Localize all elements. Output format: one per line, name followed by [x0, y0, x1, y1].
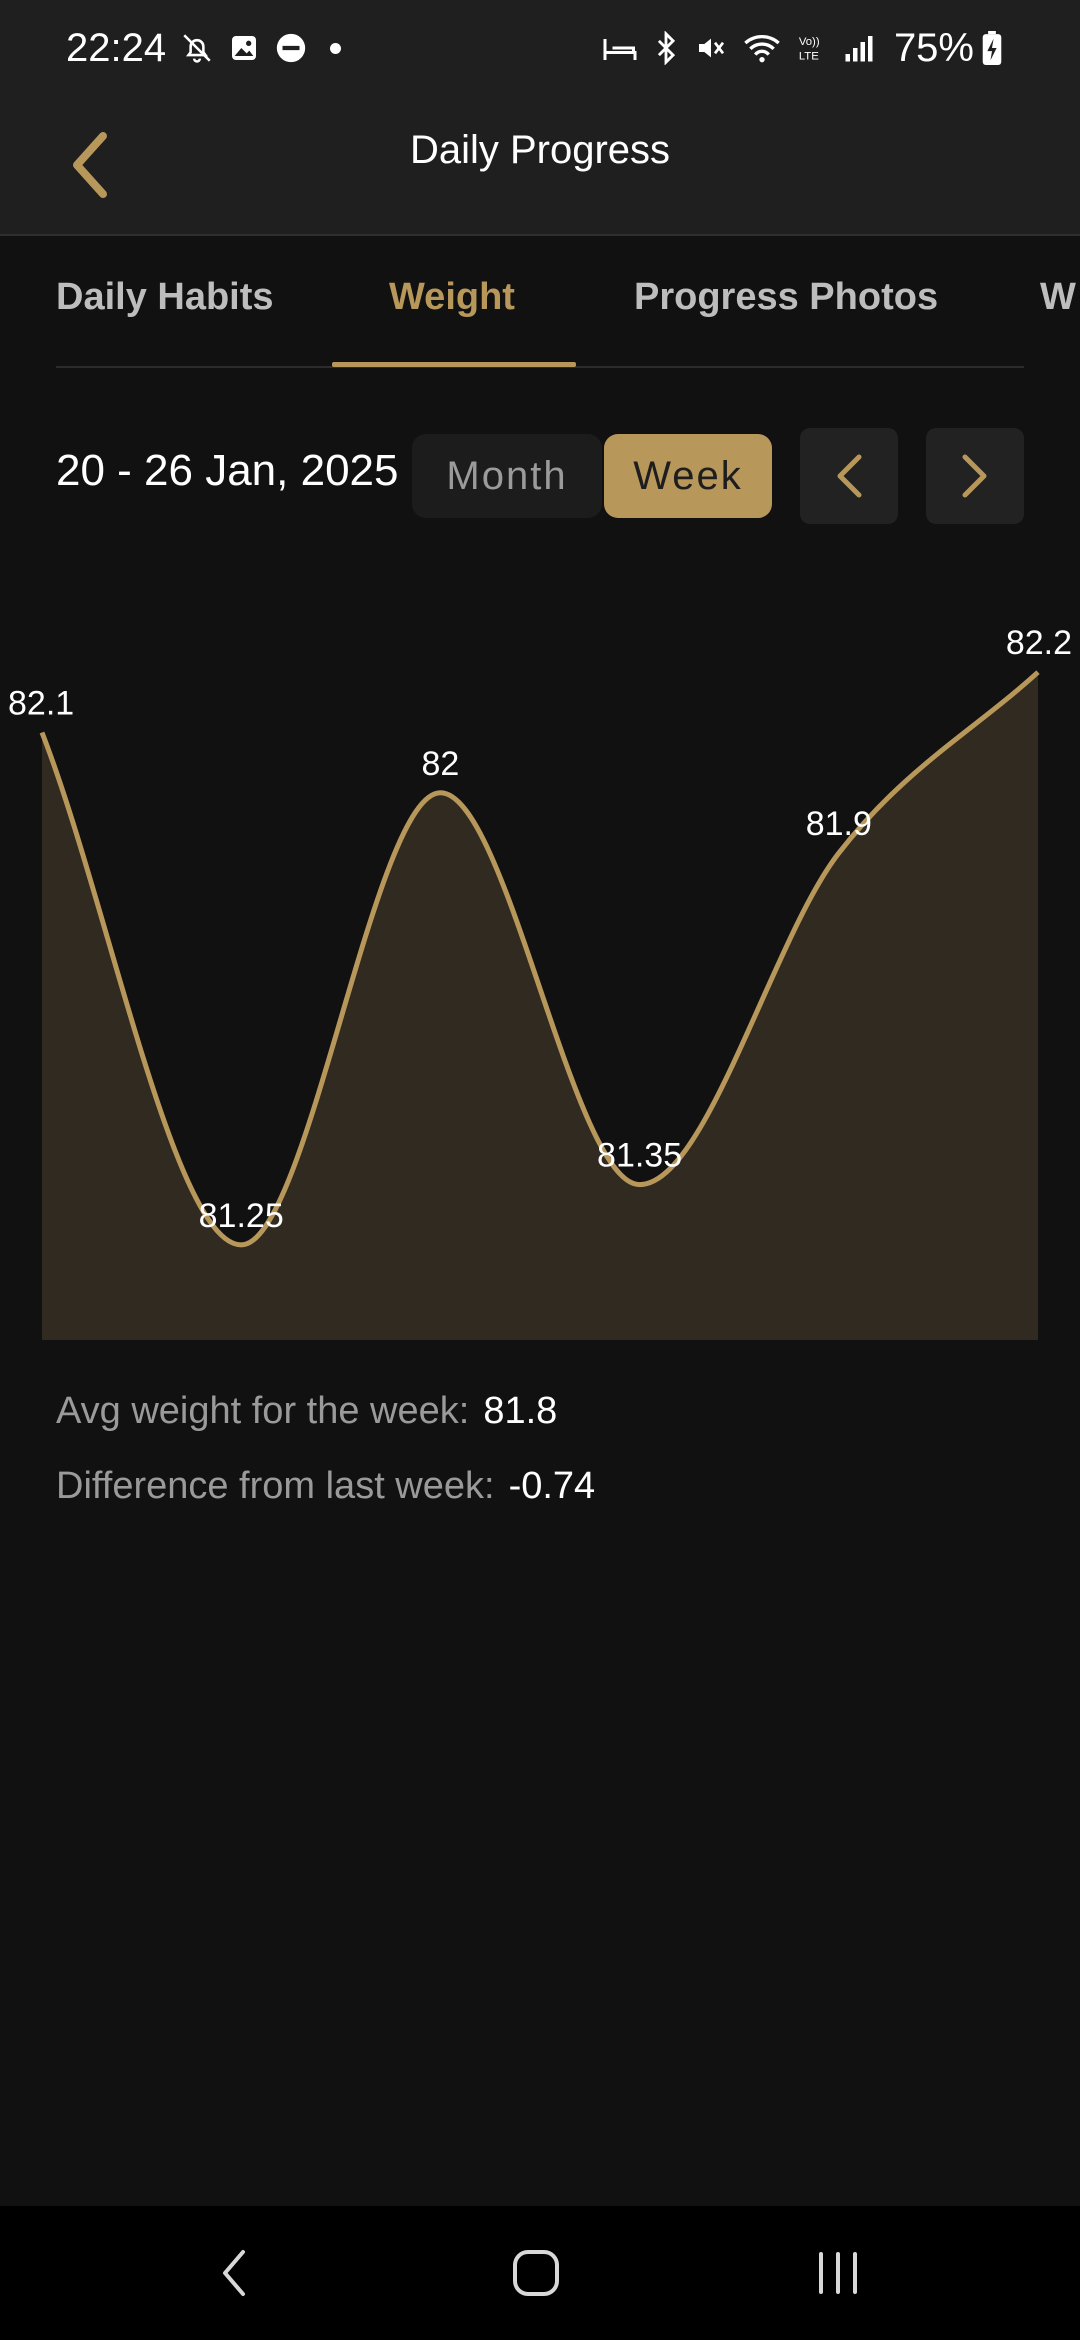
svg-text:LTE: LTE — [799, 50, 819, 62]
system-recents-button[interactable] — [788, 2236, 888, 2310]
tab-daily-habits[interactable]: Daily Habits — [56, 276, 274, 319]
tab-bar: Daily Habits Weight Progress Photos W — [0, 236, 1080, 368]
wifi-icon — [742, 31, 782, 65]
status-bar-right: Vo)) LTE 75% — [602, 26, 1016, 71]
chart-data-label: 82 — [421, 745, 459, 783]
avg-weight-value: 81.8 — [483, 1390, 558, 1432]
do-not-disturb-icon — [274, 31, 308, 65]
svg-text:Vo)): Vo)) — [799, 36, 820, 48]
system-nav-bar — [0, 2206, 1080, 2340]
tab-progress-photos[interactable]: Progress Photos — [634, 276, 938, 319]
chart-data-label: 82.1 — [8, 684, 74, 722]
battery-charging-icon — [982, 31, 1002, 65]
chart-data-label: 82.2 — [1006, 624, 1072, 662]
status-bar-left: 22:24 — [66, 25, 342, 71]
signal-icon — [844, 33, 874, 63]
month-toggle[interactable]: Month — [412, 434, 602, 518]
tab-weight[interactable]: Weight — [389, 276, 515, 319]
system-back-button[interactable] — [184, 2236, 284, 2310]
weight-difference-row: Difference from last week: -0.74 — [56, 1465, 595, 1508]
chart-data-label: 81.35 — [597, 1137, 682, 1175]
chart-area-fill — [42, 672, 1038, 1340]
tab-overflow[interactable]: W — [1040, 276, 1076, 319]
sleep-mode-icon — [602, 33, 638, 63]
weight-chart: 82.1 81.25 82 81.35 81.9 82.2 — [8, 624, 1072, 1340]
chevron-left-icon — [837, 454, 862, 498]
home-nav-icon — [513, 2250, 559, 2296]
notifications-off-icon — [180, 31, 214, 65]
back-nav-icon — [223, 2250, 245, 2296]
tab-active-indicator — [332, 362, 576, 367]
weight-difference-value: -0.74 — [508, 1465, 596, 1507]
week-toggle[interactable]: Week — [604, 434, 772, 518]
app-bar: Daily Progress — [0, 96, 1080, 236]
chart-data-label: 81.25 — [199, 1197, 284, 1235]
avg-weight-label: Avg weight for the week: — [56, 1390, 470, 1432]
status-bar: 22:24 Vo)) LTE 75% — [0, 0, 1080, 96]
battery-percent: 75% — [893, 25, 974, 70]
recents-nav-icon — [819, 2252, 857, 2294]
mute-icon — [694, 32, 728, 64]
chevron-right-icon — [962, 454, 987, 498]
bluetooth-icon — [652, 31, 680, 65]
page-title: Daily Progress — [409, 128, 671, 172]
previous-week-button[interactable] — [800, 428, 898, 524]
avg-weight-row: Avg weight for the week: 81.8 — [56, 1390, 557, 1433]
volte-icon: Vo)) LTE — [796, 31, 830, 65]
weight-difference-label: Difference from last week: — [56, 1465, 495, 1507]
gallery-icon — [228, 32, 260, 64]
date-range-label: 20 - 26 Jan, 2025 — [56, 446, 399, 495]
chart-data-label: 81.9 — [806, 805, 872, 843]
next-week-button[interactable] — [926, 428, 1024, 524]
status-time: 22:24 — [66, 25, 167, 70]
system-home-button[interactable] — [486, 2236, 586, 2310]
dot-icon — [330, 42, 342, 54]
